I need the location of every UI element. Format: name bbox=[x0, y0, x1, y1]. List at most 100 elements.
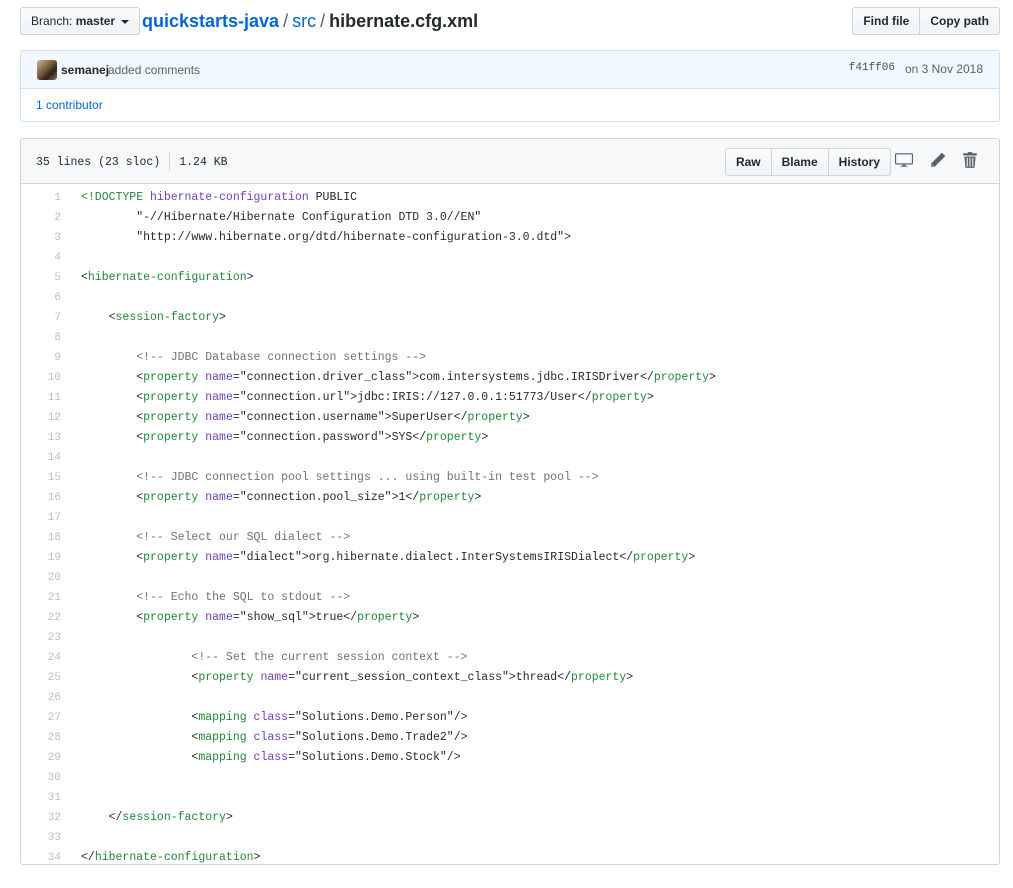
line-number[interactable]: 15 bbox=[21, 468, 61, 488]
line-content bbox=[61, 288, 81, 308]
code-token-plain: ="Solutions.Demo.Trade2"/> bbox=[288, 731, 468, 744]
line-number[interactable]: 24 bbox=[21, 648, 61, 668]
code-token-tag: <!DOCTYPE bbox=[81, 191, 151, 204]
code-token-attr: name bbox=[205, 431, 233, 444]
line-content: <property name="dialect">org.hibernate.d… bbox=[61, 548, 695, 568]
line-number[interactable]: 2 bbox=[21, 208, 61, 228]
code-blob: 1 <!DOCTYPE hibernate-configuration PUBLI… bbox=[21, 184, 999, 864]
line-content: "http://www.hibernate.org/dtd/hibernate-… bbox=[61, 228, 571, 248]
line-number[interactable]: 6 bbox=[21, 288, 61, 308]
trash-icon[interactable] bbox=[961, 151, 981, 171]
code-token-plain: "-//Hibernate/Hibernate Configuration DT… bbox=[81, 211, 482, 224]
line-number[interactable]: 26 bbox=[21, 688, 61, 708]
branch-select-button[interactable]: Branch: master bbox=[20, 7, 141, 35]
line-number[interactable]: 16 bbox=[21, 488, 61, 508]
line-number[interactable]: 18 bbox=[21, 528, 61, 548]
code-line: 11 <property name="connection.url">jdbc:… bbox=[21, 388, 999, 408]
code-token-tag: property bbox=[357, 611, 413, 624]
line-number[interactable]: 12 bbox=[21, 408, 61, 428]
line-number[interactable]: 4 bbox=[21, 248, 61, 268]
line-content: <property name="connection.username">Sup… bbox=[61, 408, 529, 428]
line-number[interactable]: 19 bbox=[21, 548, 61, 568]
blame-button[interactable]: Blame bbox=[770, 148, 829, 176]
code-token-attr: name bbox=[205, 551, 233, 564]
breadcrumb-separator: / bbox=[320, 11, 326, 31]
line-number[interactable]: 7 bbox=[21, 308, 61, 328]
code-line: 1 <!DOCTYPE hibernate-configuration PUBLI… bbox=[21, 188, 999, 208]
code-token-tag: property bbox=[143, 411, 199, 424]
line-number[interactable]: 1 bbox=[21, 188, 61, 208]
pencil-icon[interactable] bbox=[929, 151, 949, 171]
code-line: 28 <mapping class="Solutions.Demo.Trade2… bbox=[21, 728, 999, 748]
code-token-tag: property bbox=[591, 391, 647, 404]
history-button[interactable]: History bbox=[827, 148, 891, 176]
code-token-tag: hibernate-configuration bbox=[94, 851, 254, 864]
line-number[interactable]: 11 bbox=[21, 388, 61, 408]
line-content: <property name="connection.url">jdbc:IRI… bbox=[61, 388, 654, 408]
line-number[interactable]: 23 bbox=[21, 628, 61, 648]
line-number[interactable]: 33 bbox=[21, 828, 61, 848]
line-content bbox=[61, 688, 81, 708]
line-number[interactable]: 20 bbox=[21, 568, 61, 588]
line-number[interactable]: 31 bbox=[21, 788, 61, 808]
caret-down-icon bbox=[121, 19, 130, 24]
line-number[interactable]: 13 bbox=[21, 428, 61, 448]
line-number[interactable]: 9 bbox=[21, 348, 61, 368]
copy-path-button[interactable]: Copy path bbox=[919, 7, 1000, 35]
avatar[interactable] bbox=[37, 60, 57, 80]
commit-sha-link[interactable]: f41ff06 bbox=[849, 62, 895, 74]
breadcrumb-repo-link[interactable]: quickstarts-java bbox=[142, 11, 279, 31]
code-line: 21 <!-- Echo the SQL to stdout --> bbox=[21, 588, 999, 608]
code-token-plain: > bbox=[253, 851, 261, 864]
file-info: 35 lines (23 sloc) 1.24 KB bbox=[36, 153, 228, 171]
code-line: 4 bbox=[21, 248, 999, 268]
code-token-plain: < bbox=[81, 271, 88, 284]
line-content: <mapping class="Solutions.Demo.Stock"/> bbox=[61, 748, 460, 768]
line-content: <!-- Echo the SQL to stdout --> bbox=[61, 588, 350, 608]
line-number[interactable]: 17 bbox=[21, 508, 61, 528]
code-line: 17 bbox=[21, 508, 999, 528]
code-token-tag: property bbox=[198, 671, 254, 684]
line-content: <property name="connection.driver_class"… bbox=[61, 368, 716, 388]
find-file-button[interactable]: Find file bbox=[852, 7, 921, 35]
line-number[interactable]: 8 bbox=[21, 328, 61, 348]
line-number[interactable]: 22 bbox=[21, 608, 61, 628]
line-number[interactable]: 32 bbox=[21, 808, 61, 828]
raw-button[interactable]: Raw bbox=[724, 148, 772, 176]
code-token-plain: > bbox=[481, 431, 489, 444]
code-line: 30 bbox=[21, 768, 999, 788]
line-content: </hibernate-configuration> bbox=[61, 848, 261, 864]
code-token-attr: class bbox=[253, 731, 289, 744]
line-number[interactable]: 27 bbox=[21, 708, 61, 728]
breadcrumb-folder-link[interactable]: src bbox=[292, 11, 316, 31]
line-number[interactable]: 29 bbox=[21, 748, 61, 768]
file-size: 1.24 KB bbox=[179, 156, 228, 170]
file-nav-buttons: Find file Copy path bbox=[852, 7, 1000, 35]
commit-author-link[interactable]: semanej bbox=[61, 63, 109, 77]
code-line: 14 bbox=[21, 448, 999, 468]
code-token-plain: < bbox=[81, 751, 199, 764]
line-content: <property name="current_session_context_… bbox=[61, 668, 633, 688]
line-number[interactable]: 28 bbox=[21, 728, 61, 748]
code-token-plain: < bbox=[81, 431, 144, 444]
line-number[interactable]: 30 bbox=[21, 768, 61, 788]
code-token-plain: < bbox=[81, 311, 116, 324]
line-number[interactable]: 10 bbox=[21, 368, 61, 388]
commit-message-link[interactable]: added comments bbox=[108, 63, 200, 77]
code-token-plain: ="show_sql">true</ bbox=[232, 611, 358, 624]
code-line: 24 <!-- Set the current session context … bbox=[21, 648, 999, 668]
contributors-section: 1 contributor bbox=[21, 89, 999, 121]
code-token-plain: > bbox=[709, 371, 716, 384]
contributors-link[interactable]: 1 contributor bbox=[36, 98, 103, 112]
line-number[interactable]: 14 bbox=[21, 448, 61, 468]
line-number[interactable]: 21 bbox=[21, 588, 61, 608]
line-content bbox=[61, 768, 81, 788]
line-number[interactable]: 3 bbox=[21, 228, 61, 248]
desktop-icon[interactable] bbox=[895, 151, 915, 171]
line-number[interactable]: 5 bbox=[21, 268, 61, 288]
code-line: 23 bbox=[21, 628, 999, 648]
line-number[interactable]: 25 bbox=[21, 668, 61, 688]
line-number[interactable]: 34 bbox=[21, 848, 61, 864]
